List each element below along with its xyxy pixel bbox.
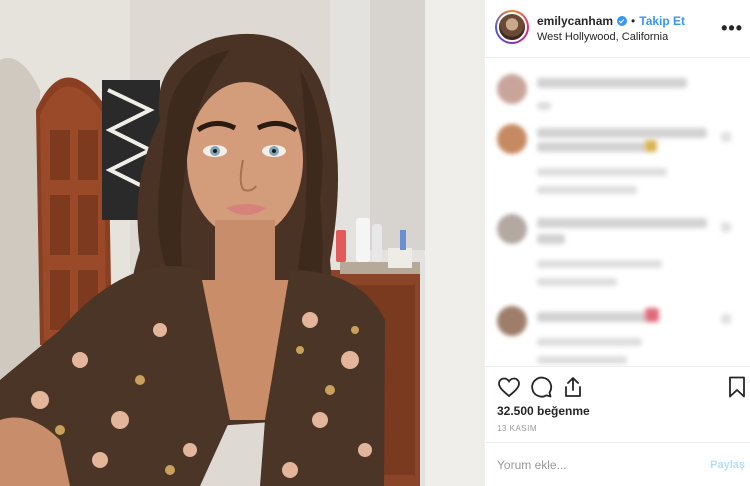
likes-count[interactable]: 32.500 beğenme: [497, 404, 590, 418]
comment-blurred-text: [537, 234, 565, 244]
post-actions: 32.500 beğenme 13 KASIM: [485, 366, 750, 442]
comment-blurred-text: [645, 140, 657, 152]
share-icon[interactable]: [561, 375, 585, 399]
comment-like-icon: [721, 132, 731, 142]
post-image: [0, 0, 484, 486]
comment-avatar: [497, 306, 527, 336]
heart-icon[interactable]: [497, 375, 521, 399]
comment-like-icon: [721, 222, 731, 232]
comment-input[interactable]: [497, 454, 697, 476]
comment-form: Paylaş: [485, 442, 750, 486]
comment-blurred-text: [537, 128, 707, 138]
comment-avatar: [497, 74, 527, 104]
comment-icon[interactable]: [529, 375, 553, 399]
comment-blurred-text: [537, 218, 707, 228]
comment-blurred-text: [537, 312, 647, 322]
comment-blurred-text: [537, 356, 627, 364]
follow-button[interactable]: Takip Et: [639, 14, 685, 28]
comment-blurred-text: [537, 78, 687, 88]
post-side-panel: emilycanham • Takip Et West Hollywood, C…: [484, 0, 750, 486]
post-comment-button[interactable]: Paylaş: [710, 459, 745, 471]
verified-icon: [617, 16, 628, 26]
comment-blurred-text: [537, 186, 637, 194]
comment-like-icon: [721, 314, 731, 324]
post-date: 13 KASIM: [497, 424, 538, 433]
location-link[interactable]: West Hollywood, California: [537, 31, 668, 43]
comment-blurred-text: [537, 278, 617, 286]
more-icon[interactable]: •••: [721, 18, 743, 39]
comment-blurred-text: [645, 308, 659, 322]
comment-blurred-text: [537, 338, 642, 346]
post-photo[interactable]: [0, 0, 484, 486]
username-link[interactable]: emilycanham: [537, 14, 613, 28]
comment-avatar: [497, 124, 527, 154]
comment-blurred-text: [537, 260, 662, 268]
username-row: emilycanham • Takip Et: [537, 14, 685, 28]
avatar[interactable]: [495, 10, 529, 44]
comment-blurred-text: [537, 168, 667, 176]
bookmark-icon[interactable]: [725, 375, 749, 399]
comments-list[interactable]: [485, 58, 750, 366]
comment-blurred-text: [537, 142, 647, 152]
separator-dot: •: [631, 14, 636, 28]
comment-blurred-text: [537, 102, 551, 110]
post-header: emilycanham • Takip Et West Hollywood, C…: [485, 0, 750, 58]
comment-avatar: [497, 214, 527, 244]
